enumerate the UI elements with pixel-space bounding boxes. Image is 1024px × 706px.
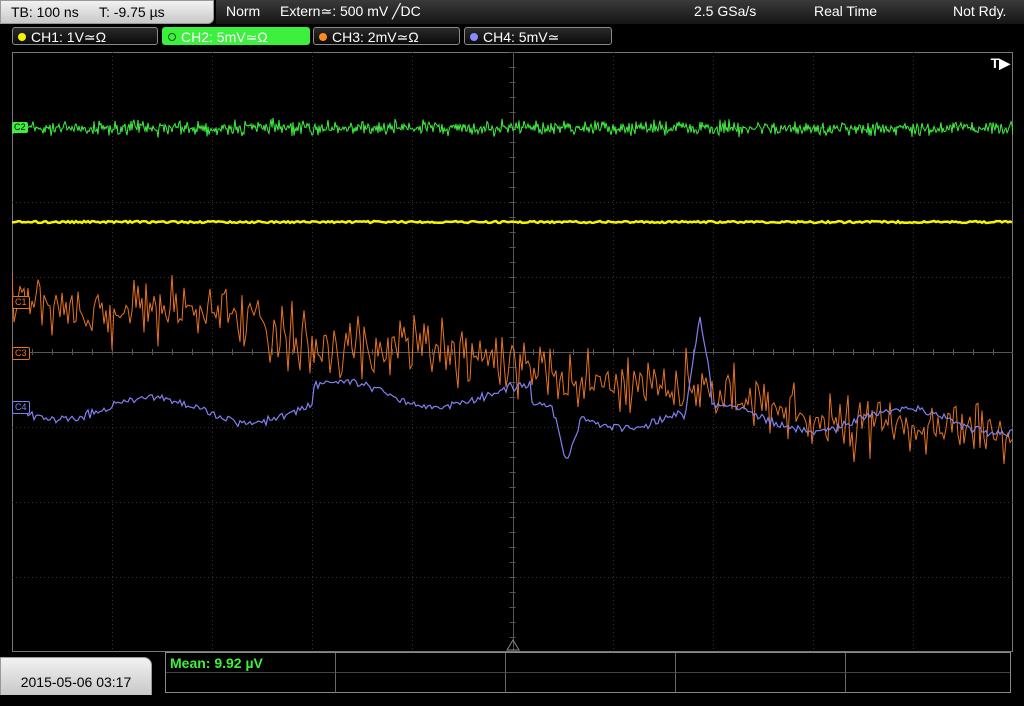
measurement-cell[interactable] xyxy=(676,653,846,673)
datetime-panel: 2015-05-06 03:17 xyxy=(0,657,152,695)
measurement-cell[interactable] xyxy=(336,673,506,693)
channel-1-dot-icon xyxy=(18,33,26,41)
top-bar: TB: 100 ns T: -9.75 µs Norm Extern≃: 500… xyxy=(0,0,1024,24)
channel-3-dot-icon xyxy=(319,33,327,41)
trigger-status: Not Rdy. xyxy=(953,3,1007,19)
trigger-source: Extern≃: 500 mV ╱DC xyxy=(280,3,421,19)
channel-2-label: CH2: 5mV≃Ω xyxy=(181,29,268,45)
scope-grid xyxy=(12,52,1013,652)
channel-2-dot-icon xyxy=(168,33,176,41)
trigger-position-flag: T▶ xyxy=(990,55,1010,71)
measurement-panel[interactable]: Mean: 9.92 µV xyxy=(165,652,1011,693)
measurement-cell[interactable]: Mean: 9.92 µV xyxy=(166,653,336,673)
channel-1-label: CH1: 1V≃Ω xyxy=(31,29,107,45)
channel-3-label: CH3: 2mV≃Ω xyxy=(332,29,419,45)
channel-3-button[interactable]: CH3: 2mV≃Ω xyxy=(313,27,460,45)
channel-4-trace xyxy=(12,316,1013,459)
channel-1-marker[interactable]: C1 xyxy=(12,296,30,309)
waveform-display[interactable]: C2 C1 C3 C4 xyxy=(12,52,1013,652)
channel-4-dot-icon xyxy=(470,33,478,41)
channel-1-button[interactable]: CH1: 1V≃Ω xyxy=(12,27,158,45)
datetime: 2015-05-06 03:17 xyxy=(20,674,132,690)
measurement-cell[interactable] xyxy=(846,653,1010,673)
channel-2-marker[interactable]: C2 xyxy=(12,122,28,133)
channel-4-marker[interactable]: C4 xyxy=(12,401,30,414)
channel-3-marker[interactable]: C3 xyxy=(12,347,30,360)
timebase-value: TB: 100 ns xyxy=(11,4,79,20)
acquisition-mode: Real Time xyxy=(814,3,878,19)
measurement-cell[interactable] xyxy=(506,653,676,673)
measurement-cell[interactable] xyxy=(676,673,846,693)
bottom-bar: 2015-05-06 03:17 Mean: 9.92 µV xyxy=(0,652,1024,695)
channel-1-trace xyxy=(12,219,1013,225)
measurement-cell[interactable] xyxy=(166,673,336,693)
sample-rate: 2.5 GSa/s xyxy=(694,3,757,19)
trigger-mode: Norm xyxy=(226,3,261,19)
grid-lines xyxy=(12,52,1013,652)
channel-2-trace xyxy=(12,117,1013,138)
timebase-panel[interactable]: TB: 100 ns T: -9.75 µs xyxy=(0,0,214,24)
time-offset-value: T: -9.75 µs xyxy=(99,4,165,20)
channel-4-label: CH4: 5mV≃ xyxy=(483,29,560,45)
channel-2-button[interactable]: CH2: 5mV≃Ω xyxy=(162,27,310,45)
trigger-bar[interactable]: Norm Extern≃: 500 mV ╱DC 2.5 GSa/s Real … xyxy=(216,0,1024,24)
mean-measurement: Mean: 9.92 µV xyxy=(170,655,263,671)
measurement-cell[interactable] xyxy=(336,653,506,673)
measurement-cell[interactable] xyxy=(506,673,676,693)
measurement-cell[interactable] xyxy=(846,673,1010,693)
channel-3-trace xyxy=(12,273,1013,465)
channel-bar: CH1: 1V≃Ω CH2: 5mV≃Ω CH3: 2mV≃Ω CH4: 5mV… xyxy=(0,25,1024,49)
channel-4-button[interactable]: CH4: 5mV≃ xyxy=(464,27,612,45)
